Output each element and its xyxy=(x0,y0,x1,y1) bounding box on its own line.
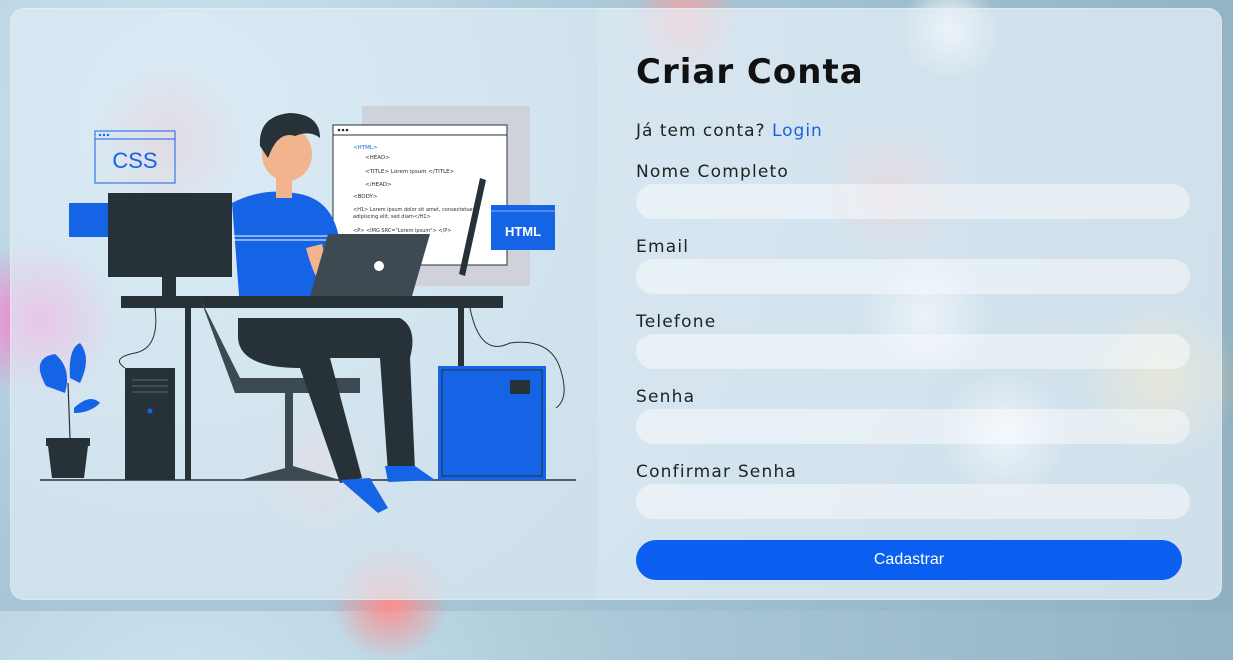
password-label: Senha xyxy=(636,387,696,407)
code-line: <TITLE> Lorem ipsum </TITLE> xyxy=(365,169,455,175)
login-prompt-text: Já tem conta? xyxy=(636,121,766,141)
email-label: Email xyxy=(636,237,690,257)
code-line: <HEAD> xyxy=(365,155,390,161)
developer-illustration: CSS <HTML> <HEAD> <TITLE> Lorem ipsum </… xyxy=(39,106,576,513)
html-badge-text: HTML xyxy=(505,224,541,239)
login-link[interactable]: Login xyxy=(772,121,823,141)
phone-input[interactable] xyxy=(636,334,1190,369)
confirm-password-label: Confirmar Senha xyxy=(636,462,798,482)
password-input[interactable] xyxy=(636,409,1190,444)
code-line: <H1> Lorem ipsum dolor sit amet, consect… xyxy=(353,207,476,213)
code-line: <HTML> xyxy=(353,145,378,151)
css-window: CSS xyxy=(94,130,176,184)
code-line: <BODY> xyxy=(353,194,378,200)
code-line: <P> <IMG SRC="Lorem ipsum"> </P> xyxy=(353,228,451,234)
full-name-label: Nome Completo xyxy=(636,162,790,182)
confirm-password-input[interactable] xyxy=(636,484,1190,519)
illustration-panel: CSS <HTML> <HEAD> <TITLE> Lorem ipsum </… xyxy=(10,8,597,600)
phone-label: Telefone xyxy=(636,312,717,332)
register-button[interactable]: Cadastrar xyxy=(636,540,1182,580)
full-name-input[interactable] xyxy=(636,184,1190,219)
code-line: adipiscing elit, sed diam</H1> xyxy=(353,214,431,220)
code-line: </HEAD> xyxy=(365,182,392,188)
signup-card: CSS <HTML> <HEAD> <TITLE> Lorem ipsum </… xyxy=(10,8,1222,600)
signup-form-panel: Criar Conta Já tem conta? Login Nome Com… xyxy=(597,8,1222,600)
login-prompt: Já tem conta? Login xyxy=(636,121,823,141)
css-badge-text: CSS xyxy=(112,148,157,173)
html-badge: HTML xyxy=(491,205,555,250)
email-input[interactable] xyxy=(636,259,1190,294)
page-title: Criar Conta xyxy=(636,52,864,92)
